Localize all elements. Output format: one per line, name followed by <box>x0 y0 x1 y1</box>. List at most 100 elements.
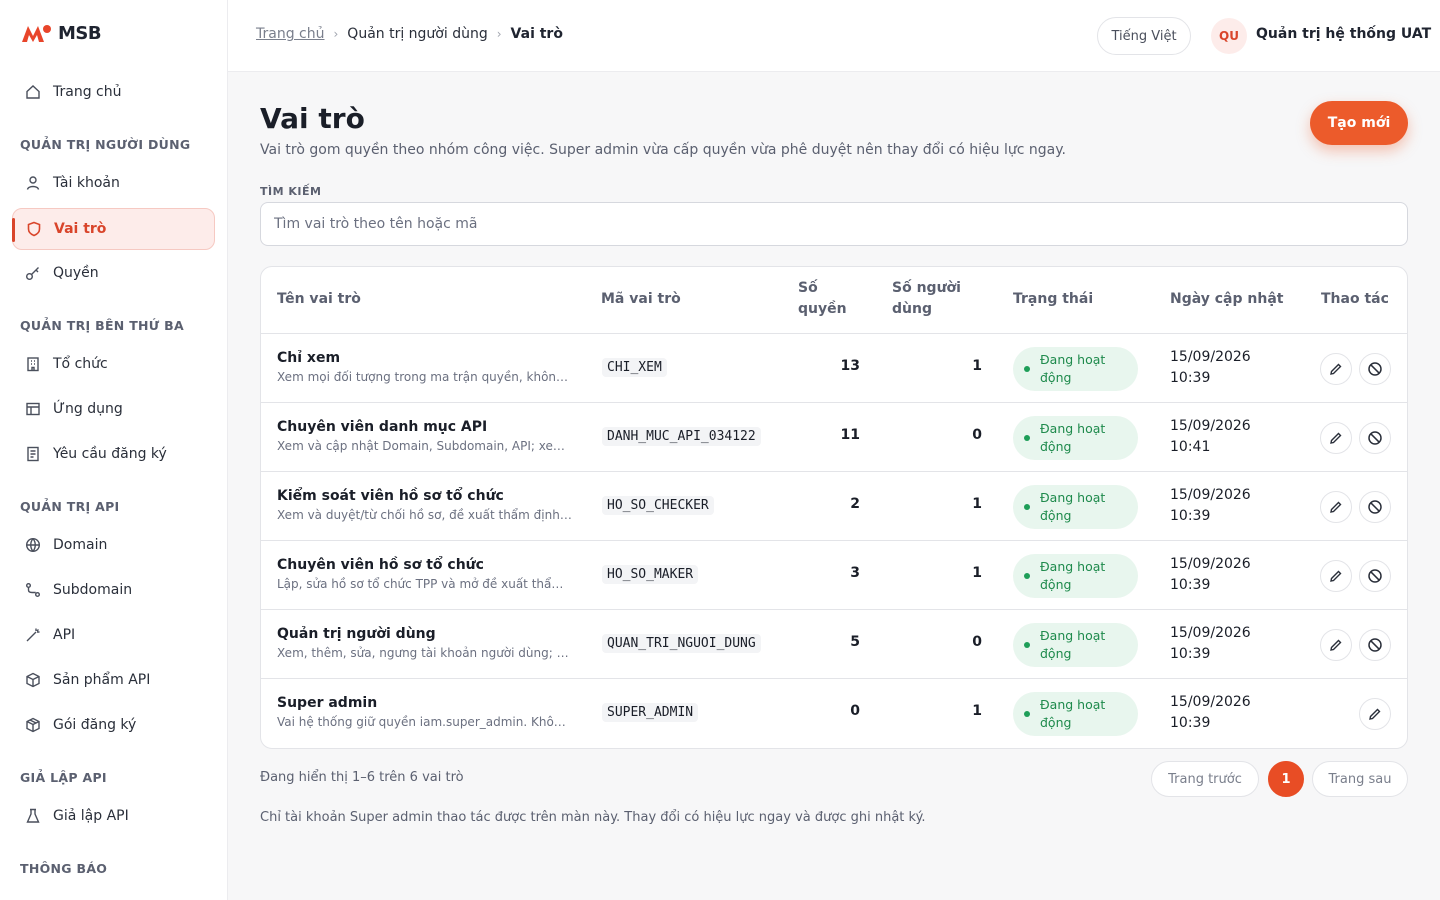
column-header-text: Số người <box>892 280 961 296</box>
edit-button[interactable] <box>1359 698 1391 730</box>
status-badge: Đang hoạt động <box>1013 485 1138 529</box>
disable-button[interactable] <box>1359 353 1391 385</box>
ban-icon <box>1368 500 1382 514</box>
table-row[interactable]: Super admin Vai hệ thống giữ quyền iam.s… <box>261 679 1407 748</box>
user-count: 1 <box>972 358 982 374</box>
pencil-icon <box>1330 432 1342 444</box>
role-name-cell: Kiểm soát viên hồ sơ tổ chức Xem và duyệ… <box>277 488 572 522</box>
create-button[interactable]: Tạo mới <box>1310 101 1408 145</box>
column-header-name: Tên vai trò <box>277 291 361 307</box>
sidebar-item-label: API <box>53 627 76 643</box>
permission-count: 0 <box>850 703 860 719</box>
globe-icon <box>25 537 41 553</box>
column-header-permissions: Số quyền <box>798 278 847 320</box>
package-icon <box>25 717 41 733</box>
table-row[interactable]: Chỉ xem Xem mọi đối tượng trong ma trận … <box>261 334 1407 403</box>
sidebar-item-label: Gói đăng ký <box>53 717 137 733</box>
breadcrumb-parent[interactable]: Quản trị người dùng <box>347 26 487 42</box>
column-header-status: Trạng thái <box>1013 291 1094 307</box>
sidebar-item-label: Subdomain <box>53 582 133 598</box>
sidebar-item-api-products[interactable]: Sản phẩm API <box>12 659 215 701</box>
table-row[interactable]: Kiểm soát viên hồ sơ tổ chức Xem và duyệ… <box>261 472 1407 541</box>
flask-icon <box>25 808 41 824</box>
status-badge: Đang hoạt động <box>1013 554 1138 598</box>
role-code: DANH_MUC_API_034122 <box>602 427 761 446</box>
updated-date: 15/09/2026 10:39 <box>1170 623 1251 665</box>
role-code: QUAN_TRI_NGUOI_DUNG <box>602 634 761 653</box>
time-text: 10:39 <box>1170 577 1211 593</box>
role-description: Vai hệ thống giữ quyền iam.super_admin. … <box>277 715 572 729</box>
date-text: 15/09/2026 <box>1170 349 1251 365</box>
sidebar-item-api[interactable]: API <box>12 614 215 656</box>
sidebar-section-api-mock: GIẢ LẬP API <box>20 770 107 785</box>
pagination-summary: Đang hiển thị 1–6 trên 6 vai trò <box>260 770 464 785</box>
brand-logo[interactable]: MSB <box>20 22 102 44</box>
sidebar-item-subscription-plans[interactable]: Gói đăng ký <box>12 704 215 746</box>
user-count: 1 <box>972 496 982 512</box>
search-input[interactable] <box>260 202 1408 246</box>
status-text: Đang hoạt <box>1040 490 1106 505</box>
sidebar-item-api-mock[interactable]: Giả lập API <box>12 795 215 837</box>
edit-button[interactable] <box>1320 422 1352 454</box>
breadcrumb-home-link[interactable]: Trang chủ <box>256 26 324 42</box>
table-row[interactable]: Chuyên viên danh mục API Xem và cập nhật… <box>261 403 1407 472</box>
sidebar-item-applications[interactable]: Ứng dụng <box>12 388 215 430</box>
next-page-button[interactable]: Trang sau <box>1312 761 1408 797</box>
disable-button[interactable] <box>1359 491 1391 523</box>
permission-count: 2 <box>850 496 860 512</box>
disable-button[interactable] <box>1359 629 1391 661</box>
language-switcher-button[interactable]: Tiếng Việt <box>1097 17 1191 55</box>
previous-page-button[interactable]: Trang trước <box>1151 761 1259 797</box>
sidebar-section-notifications: THÔNG BÁO <box>20 861 108 876</box>
edit-button[interactable] <box>1320 491 1352 523</box>
table-row[interactable]: Chuyên viên hồ sơ tổ chức Lập, sửa hồ sơ… <box>261 541 1407 610</box>
sidebar-item-label: Yêu cầu đăng ký <box>53 446 167 462</box>
disable-button[interactable] <box>1359 422 1391 454</box>
status-badge: Đang hoạt động <box>1013 623 1138 667</box>
sidebar-item-organizations[interactable]: Tổ chức <box>12 343 215 385</box>
role-description: Xem và cập nhật Domain, Subdomain, API; … <box>277 439 572 453</box>
date-text: 15/09/2026 <box>1170 625 1251 641</box>
sidebar-item-domain[interactable]: Domain <box>12 524 215 566</box>
shield-icon <box>26 221 42 237</box>
disable-button[interactable] <box>1359 560 1391 592</box>
status-text: động <box>1040 577 1072 592</box>
pencil-icon <box>1330 639 1342 651</box>
page-1-button[interactable]: 1 <box>1268 761 1304 797</box>
sidebar-item-roles[interactable]: Vai trò <box>12 208 215 250</box>
role-name: Quản trị người dùng <box>277 626 436 642</box>
sidebar-item-home[interactable]: Trang chủ <box>12 71 215 113</box>
sidebar-item-permissions[interactable]: Quyền <box>12 252 215 294</box>
permission-count: 3 <box>850 565 860 581</box>
column-header-text: Số <box>798 280 818 296</box>
date-text: 15/09/2026 <box>1170 418 1251 434</box>
role-code: HO_SO_MAKER <box>602 565 699 584</box>
key-icon <box>25 265 41 281</box>
table-header: Tên vai trò Mã vai trò Số quyền Số người… <box>261 267 1407 334</box>
sidebar-item-registration-requests[interactable]: Yêu cầu đăng ký <box>12 433 215 475</box>
footnote: Chỉ tài khoản Super admin thao tác được … <box>260 810 926 825</box>
page-description: Vai trò gom quyền theo nhóm công việc. S… <box>260 142 1066 158</box>
table-row[interactable]: Quản trị người dùng Xem, thêm, sửa, ngưn… <box>261 610 1407 679</box>
edit-button[interactable] <box>1320 629 1352 661</box>
role-name: Chuyên viên danh mục API <box>277 419 488 435</box>
sidebar-item-subdomain[interactable]: Subdomain <box>12 569 215 611</box>
brand-name: MSB <box>58 22 102 44</box>
role-code: CHI_XEM <box>602 358 667 377</box>
column-header-text: dùng <box>892 301 932 317</box>
status-text: Đang hoạt <box>1040 559 1106 574</box>
edit-button[interactable] <box>1320 560 1352 592</box>
role-name-cell: Chỉ xem Xem mọi đối tượng trong ma trận … <box>277 350 572 384</box>
sidebar-section-api-admin: QUẢN TRỊ API <box>20 499 120 514</box>
sidebar-item-accounts[interactable]: Tài khoản <box>12 162 215 204</box>
edit-button[interactable] <box>1320 353 1352 385</box>
role-name: Kiểm soát viên hồ sơ tổ chức <box>277 488 504 504</box>
status-text: động <box>1040 439 1072 454</box>
role-code: SUPER_ADMIN <box>602 703 699 722</box>
time-text: 10:41 <box>1170 439 1211 455</box>
ban-icon <box>1368 569 1382 583</box>
avatar[interactable]: QU <box>1211 18 1247 54</box>
sidebar-section-user-admin: QUẢN TRỊ NGƯỜI DÙNG <box>20 137 191 152</box>
user-name[interactable]: Quản trị hệ thống UAT <box>1256 26 1431 42</box>
time-text: 10:39 <box>1170 508 1211 524</box>
